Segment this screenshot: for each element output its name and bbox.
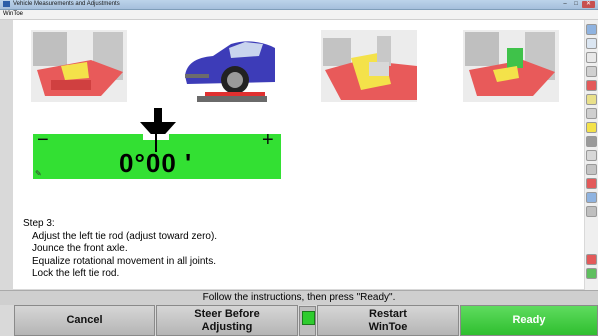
instruction-line: Jounce the front axle. xyxy=(32,243,128,254)
main-content: − + 0°00 ' ✎ Step 3: Adjust the left tie… xyxy=(13,20,596,289)
restart-label-line1: Restart xyxy=(369,307,407,320)
tire-icon[interactable] xyxy=(586,178,597,189)
status-message: Follow the instructions, then press "Rea… xyxy=(0,290,598,305)
ready-button[interactable]: Ready xyxy=(460,305,598,336)
vehicle-on-lift-photo xyxy=(179,30,275,102)
chart-icon[interactable] xyxy=(586,254,597,265)
gauge-minus-label: − xyxy=(37,129,49,151)
menu-item-wintoe[interactable]: WinToe xyxy=(3,10,23,19)
suspension-arm-photo-2 xyxy=(463,30,559,102)
app-icon xyxy=(3,1,10,7)
toe-gauge: − + 0°00 ' ✎ xyxy=(33,129,281,179)
measure-icon[interactable] xyxy=(586,150,597,161)
instruction-panel: Step 3: Adjust the left tie rod (adjust … xyxy=(23,218,217,281)
wheel-icon[interactable] xyxy=(586,66,597,77)
alignment-icon[interactable] xyxy=(586,94,597,105)
chart-icon[interactable] xyxy=(586,206,597,217)
maximize-icon[interactable]: □ xyxy=(571,1,581,8)
restart-label-line2: WinToe xyxy=(368,320,408,333)
cancel-button-label: Cancel xyxy=(66,314,103,326)
gauge-plus-label: + xyxy=(262,129,274,151)
lift-icon[interactable] xyxy=(586,80,597,91)
menu-bar: WinToe xyxy=(0,10,598,20)
close-icon[interactable]: ✕ xyxy=(582,1,595,8)
step-label: Step 3: xyxy=(23,218,55,229)
right-toolbar xyxy=(585,20,598,290)
gauge-reading: 0°00 ' xyxy=(119,148,193,178)
steer-before-label-line1: Steer Before xyxy=(194,307,260,320)
restart-wintoe-button[interactable]: Restart WinToe xyxy=(317,305,459,336)
arc-icon[interactable] xyxy=(586,164,597,175)
edit-pencil-icon[interactable]: ✎ xyxy=(35,169,42,178)
cancel-button[interactable]: Cancel xyxy=(14,305,155,336)
tire-icon[interactable] xyxy=(586,136,597,147)
ready-button-label: Ready xyxy=(512,314,546,326)
indicator-led xyxy=(302,311,315,325)
instruction-line: Lock the left tie rod. xyxy=(32,268,120,279)
ready-indicator xyxy=(299,306,316,336)
tie-rod-photo xyxy=(321,30,417,102)
rotate-icon[interactable] xyxy=(586,108,597,119)
axle-icon[interactable] xyxy=(586,192,597,203)
vehicle-top-icon[interactable] xyxy=(586,38,597,49)
window-title: Vehicle Measurements and Adjustments xyxy=(13,1,120,7)
steer-before-adjusting-button[interactable]: Steer Before Adjusting xyxy=(156,305,298,336)
instruction-line: Adjust the left tie rod (adjust toward z… xyxy=(32,230,218,242)
suspension-arm-photo-1 xyxy=(31,30,127,102)
network-icon[interactable] xyxy=(586,268,597,279)
help-icon[interactable] xyxy=(586,24,597,35)
wheel-icon[interactable] xyxy=(586,122,597,133)
minimize-icon[interactable]: – xyxy=(560,1,570,8)
instruction-line: Equalize rotational movement in all join… xyxy=(32,255,216,267)
steer-before-label-line2: Adjusting xyxy=(201,320,253,333)
window-titlebar: Vehicle Measurements and Adjustments – □… xyxy=(0,0,598,10)
arc-icon[interactable] xyxy=(586,52,597,63)
